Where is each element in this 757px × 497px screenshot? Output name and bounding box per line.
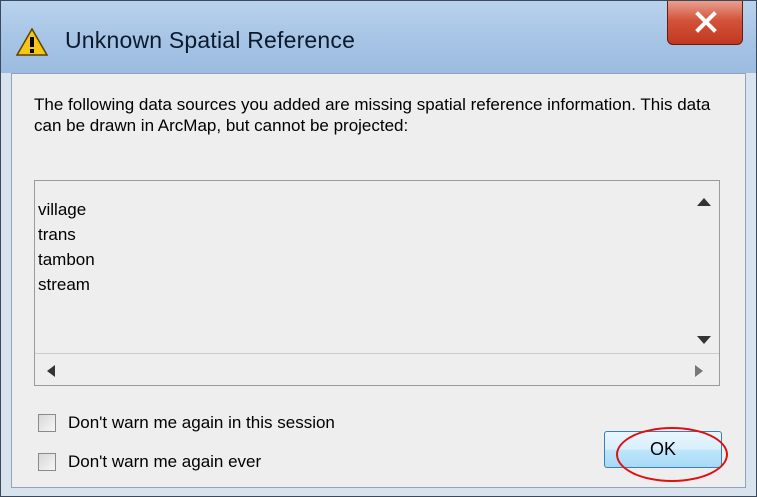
vertical-scrollbar[interactable] — [689, 181, 719, 353]
warn-session-option[interactable]: Don't warn me again in this session — [38, 412, 335, 434]
warning-icon — [15, 27, 49, 57]
dialog-body: The following data sources you added are… — [11, 73, 746, 488]
warn-ever-option[interactable]: Don't warn me again ever — [38, 451, 261, 473]
warn-ever-checkbox[interactable] — [38, 453, 56, 471]
list-item[interactable]: village — [38, 197, 95, 222]
scroll-right-icon[interactable] — [695, 364, 703, 382]
scroll-up-icon[interactable] — [697, 193, 711, 211]
horizontal-scrollbar[interactable] — [35, 353, 719, 386]
dialog-window: Unknown Spatial Reference The following … — [0, 0, 757, 497]
close-button[interactable] — [667, 1, 743, 45]
message-text: The following data sources you added are… — [34, 95, 711, 135]
warn-session-label: Don't warn me again in this session — [68, 413, 335, 432]
scroll-left-icon[interactable] — [47, 364, 55, 382]
title-bar[interactable]: Unknown Spatial Reference — [1, 1, 756, 73]
warn-ever-label: Don't warn me again ever — [68, 452, 262, 471]
list-item[interactable]: trans — [38, 222, 95, 247]
dialog-title: Unknown Spatial Reference — [65, 27, 356, 53]
list-item[interactable]: tambon — [38, 247, 95, 272]
warn-session-checkbox[interactable] — [38, 414, 56, 432]
scroll-down-icon[interactable] — [697, 331, 711, 349]
data-source-list[interactable]: village trans tambon stream — [34, 180, 720, 386]
ok-button[interactable]: OK — [604, 431, 722, 468]
list-item[interactable]: stream — [38, 272, 95, 297]
